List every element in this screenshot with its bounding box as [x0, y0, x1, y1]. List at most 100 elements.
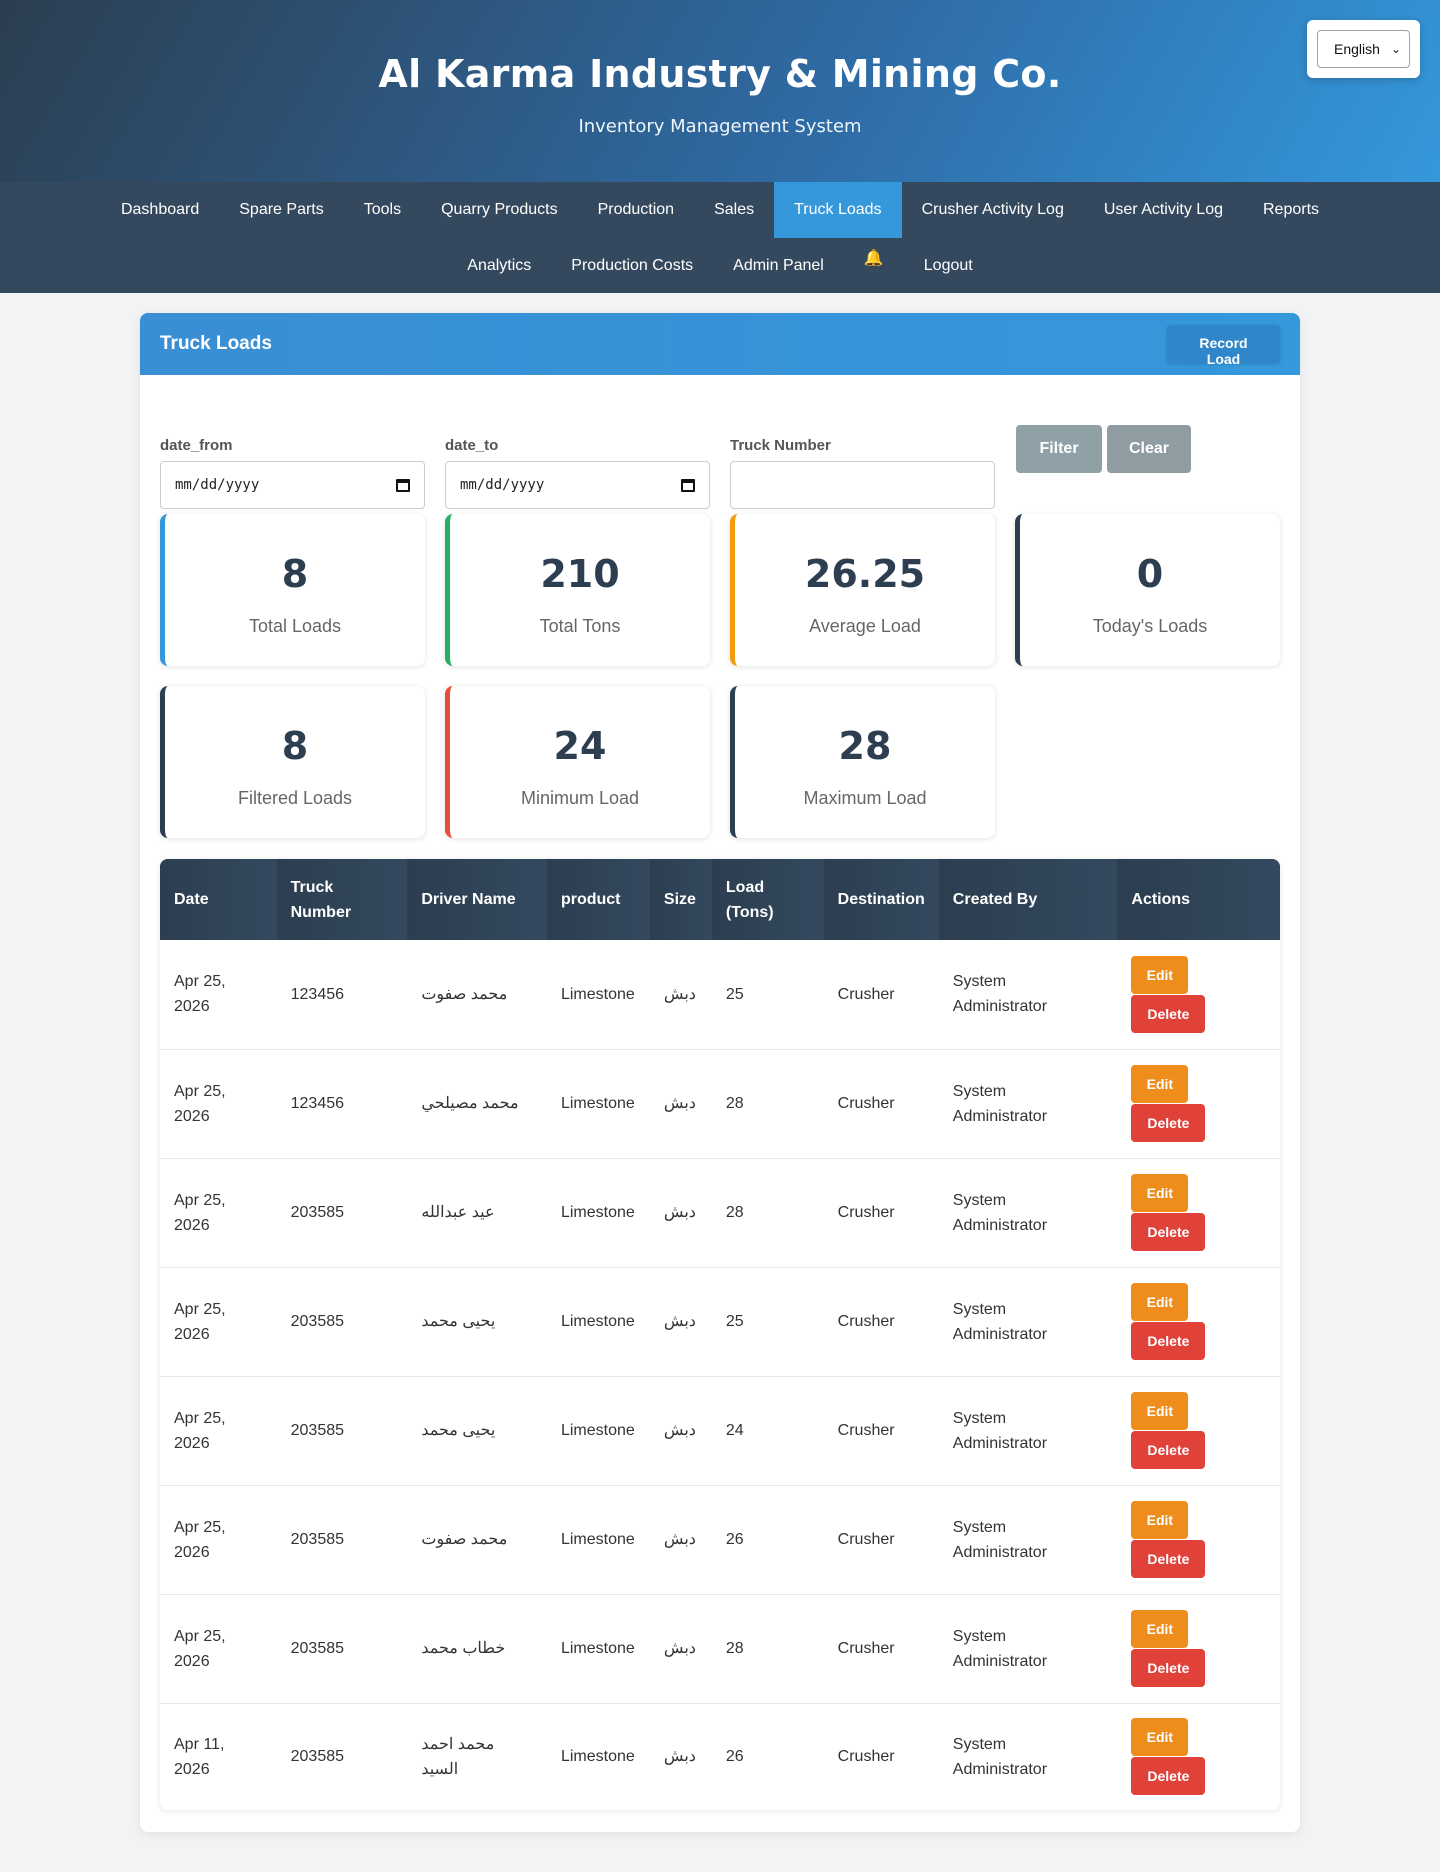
cell-destination: Crusher: [823, 1594, 939, 1704]
cell-product: Limestone: [546, 940, 650, 1050]
date-to-label: date_to: [445, 437, 499, 454]
column-header: Destination: [823, 859, 939, 940]
edit-button[interactable]: Edit: [1131, 1065, 1189, 1103]
delete-button[interactable]: Delete: [1131, 1540, 1206, 1578]
cell-date: Apr 11, 2026: [174, 1735, 225, 1778]
clear-button[interactable]: Clear: [1107, 425, 1191, 473]
delete-button[interactable]: Delete: [1131, 1104, 1206, 1142]
filter-button[interactable]: Filter: [1016, 425, 1102, 473]
cell-created-by: System Administrator: [938, 1485, 1118, 1595]
nav-item-logout[interactable]: Logout: [904, 238, 993, 293]
nav-item-spare-parts[interactable]: Spare Parts: [219, 182, 343, 238]
cell-actions: Edit Delete: [1117, 1376, 1280, 1486]
cell-date: Apr 25, 2026: [160, 1594, 277, 1704]
edit-button[interactable]: Edit: [1131, 1392, 1189, 1430]
delete-button[interactable]: Delete: [1131, 1431, 1206, 1469]
truck-loads-card: Truck Loads Record Load date_from mm/dd/…: [140, 313, 1300, 1832]
nav-item-quarry-products[interactable]: Quarry Products: [421, 182, 577, 238]
language-value: English: [1334, 41, 1380, 57]
delete-button[interactable]: Delete: [1131, 1757, 1206, 1796]
card-header: Truck Loads Record Load: [140, 313, 1300, 375]
edit-button[interactable]: Edit: [1131, 955, 1189, 994]
bell-icon[interactable]: 🔔: [844, 238, 904, 293]
table-row: Apr 25, 2026 123456 محمد صفوت Limestone دبش 2…: [160, 940, 1280, 1050]
truck-loads-table: Date Truck Number Driver Name product Size Lo…: [160, 859, 1280, 1810]
edit-button[interactable]: Edit: [1131, 1718, 1189, 1757]
language-select[interactable]: English ⌄: [1317, 30, 1410, 68]
cell-load: 28: [711, 1158, 824, 1268]
cell-driver: يحيى محمد: [407, 1267, 547, 1377]
cell-truck: 203585: [276, 1158, 408, 1268]
calendar-icon[interactable]: [681, 478, 695, 492]
main-nav: Dashboard Spare Parts Tools Quarry Products…: [0, 182, 1440, 293]
cell-actions: Edit Delete: [1117, 1703, 1280, 1810]
cell-destination: Crusher: [823, 1267, 939, 1377]
calendar-icon[interactable]: [396, 478, 410, 492]
language-switcher: English ⌄: [1307, 20, 1420, 78]
cell-driver: يحيى محمد: [407, 1376, 547, 1486]
nav-item-dashboard[interactable]: Dashboard: [101, 182, 219, 238]
page-header: Al Karma Industry & Mining Co. Inventory…: [0, 0, 1440, 182]
truck-number-input[interactable]: [730, 461, 995, 509]
delete-button[interactable]: Delete: [1131, 1322, 1206, 1360]
stat-value: 24: [553, 724, 607, 768]
edit-button[interactable]: Edit: [1131, 1501, 1189, 1539]
cell-truck: 203585: [276, 1267, 408, 1377]
stat-card: 8 Filtered Loads: [160, 686, 425, 838]
cell-product: Limestone: [546, 1267, 650, 1377]
system-subtitle: Inventory Management System: [578, 116, 862, 137]
record-load-button[interactable]: Record Load: [1167, 325, 1280, 367]
cell-truck: 123456: [276, 940, 408, 1050]
stat-value: 8: [281, 552, 309, 596]
cell-load: 26: [725, 1748, 744, 1766]
cell-product: Limestone: [546, 1049, 650, 1159]
edit-button[interactable]: Edit: [1131, 1283, 1189, 1321]
truck-number-label: Truck Number: [730, 437, 831, 454]
edit-button[interactable]: Edit: [1131, 1610, 1189, 1648]
cell-created-by: System Administrator: [938, 1267, 1118, 1377]
cell-driver: محمد صفوت: [407, 940, 547, 1050]
delete-button[interactable]: Delete: [1131, 994, 1206, 1033]
nav-item-admin-panel[interactable]: Admin Panel: [713, 238, 844, 293]
column-header: product: [546, 859, 650, 940]
cell-actions: Edit Delete: [1117, 1158, 1280, 1268]
table-row: Apr 25, 2026 203585 عيد عبدالله Limestone دب…: [160, 1158, 1280, 1268]
column-header: Driver Name: [407, 859, 547, 940]
table-row: Apr 25, 2026 203585 خطاب محمد Limestone دبش 2…: [160, 1594, 1280, 1704]
nav-item-tools[interactable]: Tools: [344, 182, 421, 238]
cell-actions: Edit Delete: [1117, 1267, 1280, 1377]
nav-item-reports[interactable]: Reports: [1243, 182, 1339, 238]
nav-item-user-activity-log[interactable]: User Activity Log: [1084, 182, 1243, 238]
edit-button[interactable]: Edit: [1131, 1174, 1189, 1212]
cell-size: دبش: [649, 1267, 712, 1377]
cell-date: Apr 25, 2026: [160, 940, 277, 1050]
nav-item-production-costs[interactable]: Production Costs: [551, 238, 713, 293]
table-row: Apr 11, 2026 203585 محمد احمد السيد Limesto…: [160, 1703, 1280, 1810]
cell-size: دبش: [649, 1376, 712, 1486]
cell-destination: Crusher: [823, 1376, 939, 1486]
nav-item-crusher-activity-log[interactable]: Crusher Activity Log: [902, 182, 1084, 238]
stat-card: 26.25 Average Load: [730, 514, 995, 666]
nav-item-production[interactable]: Production: [578, 182, 695, 238]
column-header: Date: [160, 859, 277, 940]
table-row: Apr 25, 2026 203585 يحيى محمد Limestone دبش 2…: [160, 1267, 1280, 1377]
nav-item-truck-loads[interactable]: Truck Loads: [774, 182, 902, 238]
cell-date: Apr 25, 2026: [160, 1485, 277, 1595]
stat-label: Maximum Load: [803, 788, 927, 808]
delete-button[interactable]: Delete: [1131, 1213, 1206, 1251]
cell-size: دبش: [649, 940, 712, 1050]
date-from-group: date_from mm/dd/yyyy: [160, 437, 425, 509]
date-from-input[interactable]: mm/dd/yyyy: [160, 461, 425, 509]
cell-destination: Crusher: [823, 940, 939, 1050]
nav-item-sales[interactable]: Sales: [694, 182, 774, 238]
delete-button[interactable]: Delete: [1131, 1649, 1206, 1687]
date-to-input[interactable]: mm/dd/yyyy: [445, 461, 710, 509]
cell-size: دبش: [649, 1485, 712, 1595]
cell-size: دبش: [649, 1158, 712, 1268]
stat-card: 210 Total Tons: [445, 514, 710, 666]
stat-label: Total Loads: [248, 616, 342, 636]
nav-item-analytics[interactable]: Analytics: [447, 238, 551, 294]
column-header: Actions: [1117, 859, 1280, 940]
cell-truck: 203585: [290, 1748, 345, 1766]
cell-created-by: System Administrator: [938, 1594, 1118, 1704]
